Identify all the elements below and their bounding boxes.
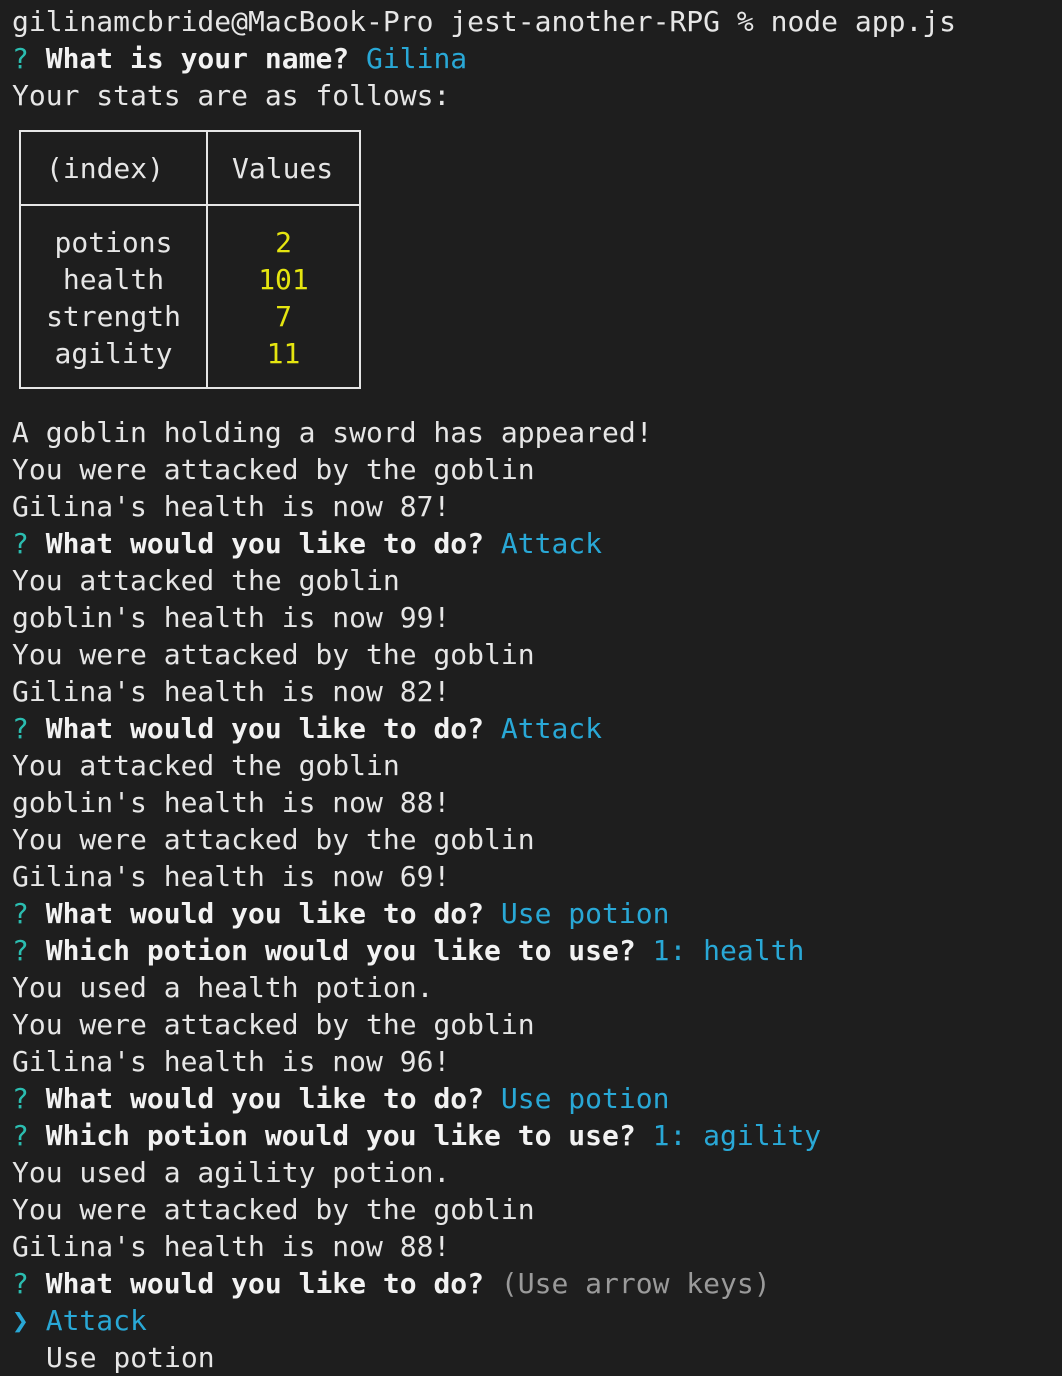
- stat-value: 2: [275, 226, 292, 259]
- stats-table-wrapper: (index) Values potions 2 health 101 strength…: [12, 114, 1062, 414]
- log-line: goblin's health is now 99!: [12, 601, 451, 634]
- table-header-divider: [21, 204, 359, 206]
- log-line: Gilina's health is now 87!: [12, 490, 451, 523]
- table-row: agility 11: [21, 335, 359, 372]
- question-mark: ?: [12, 712, 29, 745]
- option-list: ❯ Attack Use potion: [12, 1302, 1062, 1376]
- question-mark: ?: [12, 1267, 29, 1300]
- question-line: ? What would you like to do? Attack: [12, 710, 1062, 747]
- stat-value: 11: [266, 337, 301, 370]
- stat-name: strength: [46, 300, 181, 333]
- option-use-potion[interactable]: Use potion: [12, 1339, 1062, 1376]
- option-attack[interactable]: ❯ Attack: [12, 1302, 1062, 1339]
- question-mark: ?: [12, 897, 29, 930]
- log-line: You were attacked by the goblin: [12, 1193, 535, 1226]
- table-row: strength 7: [21, 298, 359, 335]
- question-text: What would you like to do?: [45, 712, 485, 745]
- log-line: You used a agility potion.: [12, 1156, 451, 1189]
- answer-text: 1: agility: [652, 1119, 822, 1152]
- option-label: Attack: [45, 1304, 147, 1337]
- question-text: What would you like to do?: [45, 897, 485, 930]
- question-text: What would you like to do?: [45, 527, 485, 560]
- table-row: health 101: [21, 261, 359, 298]
- game-log: A goblin holding a sword has appeared! Yo…: [12, 414, 1062, 1265]
- arrow-keys-hint: (Use arrow keys): [500, 1267, 771, 1300]
- question-text: What is your name?: [45, 42, 350, 75]
- question-line: ? What would you like to do? Use potion: [12, 895, 1062, 932]
- answer-text: Use potion: [500, 1082, 670, 1115]
- answer-text: Use potion: [500, 897, 670, 930]
- answer-text: Attack: [500, 712, 603, 745]
- log-line: Gilina's health is now 69!: [12, 860, 451, 893]
- table-header-index: (index): [46, 152, 165, 185]
- selector-caret-icon: ❯: [12, 1304, 29, 1337]
- stat-name: potions: [54, 226, 173, 259]
- log-line: You were attacked by the goblin: [12, 823, 535, 856]
- log-line: goblin's health is now 88!: [12, 786, 451, 819]
- shell-command-line: gilinamcbride@MacBook-Pro jest-another-R…: [12, 5, 957, 38]
- option-label: Use potion: [46, 1341, 215, 1374]
- answer-text: 1: health: [652, 934, 805, 967]
- question-text: Which potion would you like to use?: [45, 1119, 636, 1152]
- log-line: You were attacked by the goblin: [12, 453, 535, 486]
- stat-value: 101: [258, 263, 309, 296]
- question-line: ? Which potion would you like to use? 1:…: [12, 1117, 1062, 1154]
- log-line: You were attacked by the goblin: [12, 1008, 535, 1041]
- question-text: What would you like to do?: [45, 1267, 485, 1300]
- question-mark: ?: [12, 1119, 29, 1152]
- log-line: Gilina's health is now 96!: [12, 1045, 451, 1078]
- log-line: You were attacked by the goblin: [12, 638, 535, 671]
- question-line: ? Which potion would you like to use? 1:…: [12, 932, 1062, 969]
- log-line: Gilina's health is now 82!: [12, 675, 451, 708]
- log-line: You attacked the goblin: [12, 564, 400, 597]
- log-line: You used a health potion.: [12, 971, 434, 1004]
- active-question-line: ? What would you like to do? (Use arrow …: [12, 1265, 1062, 1302]
- table-body: potions 2 health 101 strength 7 agility 11: [21, 224, 359, 372]
- question-mark: ?: [12, 1082, 29, 1115]
- question-mark: ?: [12, 934, 29, 967]
- question-mark: ?: [12, 42, 29, 75]
- log-line: You attacked the goblin: [12, 749, 400, 782]
- question-mark: ?: [12, 527, 29, 560]
- stat-name: agility: [54, 337, 173, 370]
- question-text: Which potion would you like to use?: [45, 934, 636, 967]
- answer-text: Gilina: [366, 42, 468, 75]
- log-line: Gilina's health is now 88!: [12, 1230, 451, 1263]
- terminal-output: gilinamcbride@MacBook-Pro jest-another-R…: [12, 0, 1062, 1376]
- name-question-line: ? What is your name? Gilina: [12, 40, 1062, 77]
- stats-table: (index) Values potions 2 health 101 strength…: [19, 130, 361, 389]
- table-row: potions 2: [21, 224, 359, 261]
- table-header-values: Values: [232, 152, 334, 185]
- answer-text: Attack: [500, 527, 603, 560]
- stats-intro-line: Your stats are as follows:: [12, 79, 451, 112]
- stat-name: health: [62, 263, 165, 296]
- question-text: What would you like to do?: [45, 1082, 485, 1115]
- stat-value: 7: [275, 300, 292, 333]
- log-line: A goblin holding a sword has appeared!: [12, 416, 653, 449]
- question-line: ? What would you like to do? Use potion: [12, 1080, 1062, 1117]
- question-line: ? What would you like to do? Attack: [12, 525, 1062, 562]
